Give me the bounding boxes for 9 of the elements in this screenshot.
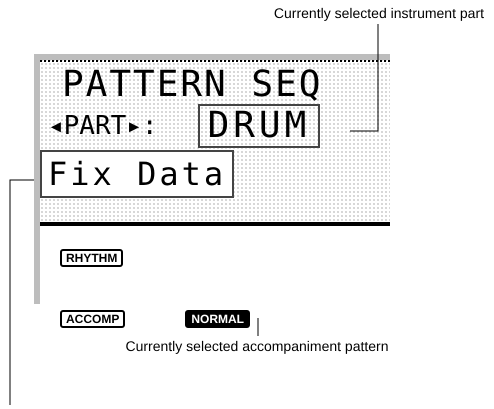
- indicator-label: ACCOMP: [60, 310, 126, 328]
- indicator-label: NORMAL: [185, 310, 250, 328]
- indicator-label: RHYTHM: [60, 249, 124, 267]
- part-label: ◂PART▸:: [48, 110, 158, 143]
- part-value: DRUM: [198, 104, 320, 148]
- callout-text: Currently selected instrument part: [274, 4, 484, 23]
- data-label: Fix Data: [40, 150, 234, 198]
- callout-text: Currently selected accompaniment pattern: [124, 337, 389, 356]
- lcd-title: PATTERN SEQ: [62, 66, 324, 104]
